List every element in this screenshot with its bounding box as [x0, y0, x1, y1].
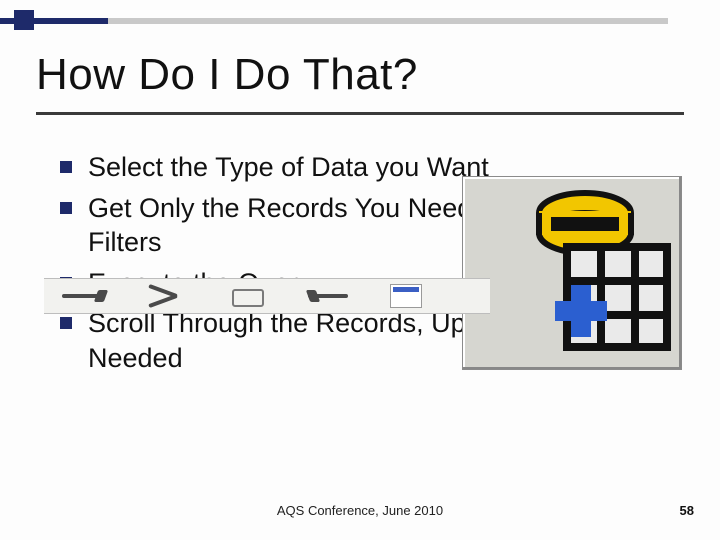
- arrow-left-icon: [308, 287, 356, 305]
- toolbar-strip-overlay: [44, 278, 490, 314]
- arrow-right-icon: [62, 287, 110, 305]
- page-number: 58: [680, 503, 694, 518]
- title-underline: [36, 112, 684, 115]
- query-grid-icon: [523, 183, 673, 353]
- cross-icon: [144, 287, 192, 305]
- slide-title: How Do I Do That?: [36, 50, 418, 100]
- footer-text: AQS Conference, June 2010: [0, 503, 720, 518]
- decorative-screenshot-panel: [462, 176, 682, 370]
- header-accent: [0, 0, 108, 28]
- box-icon: [226, 287, 274, 305]
- window-thumb-icon: [390, 284, 422, 308]
